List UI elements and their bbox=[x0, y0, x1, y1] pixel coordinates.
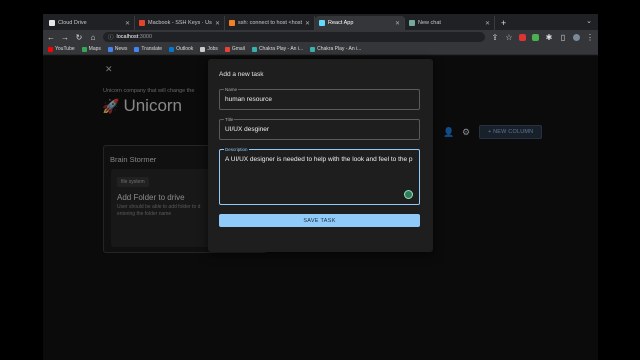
bookmark-item[interactable]: Translate bbox=[134, 46, 162, 52]
name-value: human resource bbox=[225, 96, 272, 103]
browser-tab[interactable]: Macbook - SSH Keys · User Se✕ bbox=[135, 16, 225, 30]
browser-tab[interactable]: ssh: connect to host <host> p✕ bbox=[225, 16, 315, 30]
browser-toolbar: ← → ↻ ⌂ ⓘ localhost:3000 ⇪ ☆ ✱ ▯ ⋮ bbox=[43, 30, 598, 44]
new-tab-icon[interactable]: + bbox=[495, 16, 512, 30]
bookmark-item[interactable]: Gmail bbox=[224, 46, 245, 52]
tab-strip: Cloud Drive✕Macbook - SSH Keys · User Se… bbox=[43, 14, 598, 30]
description-label: Description bbox=[224, 147, 249, 152]
app-area: ✕ Unicorn company that will change the 🚀… bbox=[43, 56, 598, 360]
share-icon[interactable]: ⇪ bbox=[491, 33, 499, 42]
tab-title: React App bbox=[328, 20, 354, 26]
title-value: UI/UX desginer bbox=[225, 126, 270, 133]
tab-favicon-icon bbox=[229, 20, 235, 26]
bookmark-label: Chakra Play - An i... bbox=[317, 46, 362, 52]
add-task-dialog: Add a new task Name human resource Title… bbox=[208, 59, 433, 252]
tab-close-icon[interactable]: ✕ bbox=[485, 20, 490, 27]
browser-tab[interactable]: Cloud Drive ✕ bbox=[45, 16, 135, 30]
name-label: Name bbox=[224, 87, 239, 92]
reload-icon[interactable]: ↻ bbox=[75, 33, 83, 42]
tab-search-icon[interactable]: ⌄ bbox=[586, 17, 592, 25]
bookmark-favicon-icon bbox=[224, 46, 230, 52]
tab-favicon-icon bbox=[49, 20, 55, 26]
tab-title: Macbook - SSH Keys · User Se bbox=[148, 20, 212, 26]
bookmark-item[interactable]: Chakra Play - An i... bbox=[251, 46, 304, 52]
bookmark-label: News bbox=[114, 46, 128, 52]
bookmark-favicon-icon bbox=[200, 46, 206, 52]
bookmark-item[interactable]: Jobs bbox=[200, 46, 218, 52]
bookmark-item[interactable]: Maps bbox=[81, 46, 101, 52]
tab-close-icon[interactable]: ✕ bbox=[305, 20, 310, 27]
dialog-title: Add a new task bbox=[219, 71, 264, 78]
bookmark-favicon-icon bbox=[81, 46, 87, 52]
browser-tab[interactable]: New chat ✕ bbox=[405, 16, 495, 30]
bookmark-label: Outlook bbox=[176, 46, 194, 52]
forward-icon[interactable]: → bbox=[61, 33, 69, 42]
bookmark-favicon-icon bbox=[251, 46, 257, 52]
title-label: Title bbox=[224, 117, 235, 122]
tab-title: New chat bbox=[418, 20, 441, 26]
extensions-puzzle-icon[interactable]: ✱ bbox=[545, 33, 553, 42]
bookmarks-bar: YouTube Maps News Translate Outlook Jobs Gmail… bbox=[43, 44, 598, 55]
address-bar[interactable]: ⓘ localhost:3000 bbox=[103, 32, 485, 42]
tab-favicon-icon bbox=[409, 20, 415, 26]
bookmark-item[interactable]: YouTube bbox=[48, 46, 75, 52]
tab-close-icon[interactable]: ✕ bbox=[395, 20, 400, 27]
tab-favicon-icon bbox=[319, 20, 325, 26]
tab-close-icon[interactable]: ✕ bbox=[125, 20, 130, 27]
url-port: :3000 bbox=[138, 34, 152, 40]
back-icon[interactable]: ← bbox=[47, 33, 55, 42]
bookmark-item[interactable]: Outlook bbox=[169, 46, 193, 52]
grammar-assistant-icon[interactable] bbox=[404, 190, 413, 199]
bookmark-favicon-icon bbox=[107, 46, 113, 52]
save-task-button[interactable]: SAVE TASK bbox=[219, 214, 420, 227]
bookmark-item[interactable]: News bbox=[107, 46, 128, 52]
tab-favicon-icon bbox=[139, 20, 145, 26]
browser-window: Cloud Drive✕Macbook - SSH Keys · User Se… bbox=[43, 14, 598, 360]
tab-title: ssh: connect to host <host> p bbox=[238, 20, 302, 26]
description-value: A UI/UX designer is needed to help with … bbox=[225, 156, 413, 163]
avatar[interactable] bbox=[573, 33, 580, 41]
bookmark-favicon-icon bbox=[134, 46, 140, 52]
bookmark-item[interactable]: Chakra Play - An i... bbox=[310, 46, 361, 52]
extension-icon[interactable] bbox=[532, 33, 539, 41]
tab-close-icon[interactable]: ✕ bbox=[215, 20, 220, 27]
bookmark-label: YouTube bbox=[55, 46, 75, 52]
bookmark-label: Maps bbox=[88, 46, 101, 52]
extension-icon[interactable] bbox=[519, 33, 526, 41]
title-field[interactable]: Title UI/UX desginer bbox=[219, 117, 420, 140]
info-icon[interactable]: ⓘ bbox=[108, 33, 114, 41]
url-host: localhost bbox=[116, 34, 139, 40]
bookmark-star-icon[interactable]: ☆ bbox=[505, 33, 513, 42]
browser-tab[interactable]: React App ✕ bbox=[315, 16, 405, 30]
bookmark-label: Chakra Play - An i... bbox=[258, 46, 304, 52]
bookmark-favicon-icon bbox=[169, 46, 175, 52]
bookmark-label: Jobs bbox=[207, 46, 218, 52]
bookmark-favicon-icon bbox=[48, 46, 53, 52]
bookmark-label: Gmail bbox=[231, 46, 245, 52]
menu-icon[interactable]: ⋮ bbox=[586, 33, 594, 42]
bookmark-favicon-icon bbox=[310, 46, 316, 52]
description-field[interactable]: Description A UI/UX designer is needed t… bbox=[219, 147, 420, 205]
tab-title: Cloud Drive bbox=[58, 20, 87, 26]
sidebar-icon[interactable]: ▯ bbox=[559, 33, 567, 42]
bookmark-label: Translate bbox=[141, 46, 163, 52]
home-icon[interactable]: ⌂ bbox=[89, 33, 97, 42]
name-field[interactable]: Name human resource bbox=[219, 87, 420, 110]
